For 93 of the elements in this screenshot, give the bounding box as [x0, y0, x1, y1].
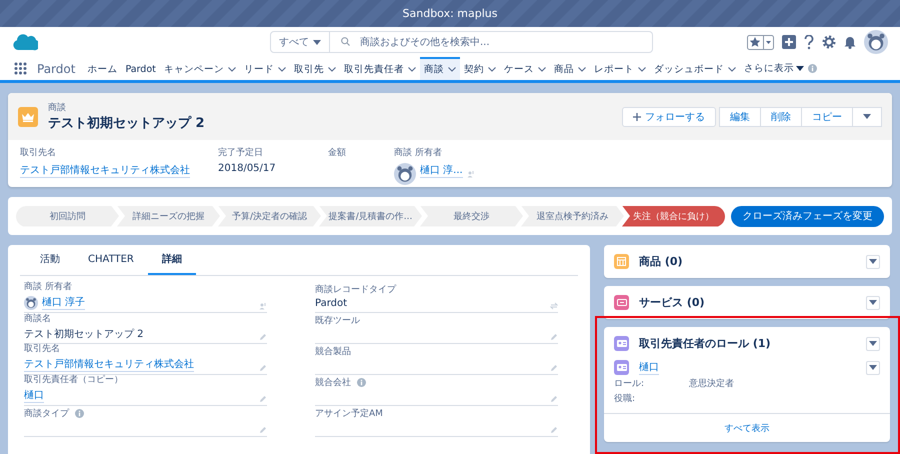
- record-link[interactable]: テスト戸部情報セキュリティ株式会社: [20, 163, 190, 178]
- banner-text: Sandbox: maplus: [402, 7, 498, 20]
- action-button[interactable]: 削除: [760, 106, 802, 126]
- nav-tab[interactable]: Pardot: [121, 57, 160, 80]
- caret-icon: [869, 341, 877, 346]
- more-menu[interactable]: さらに表示: [740, 57, 808, 80]
- nav-tab[interactable]: 契約: [460, 57, 500, 80]
- path-step[interactable]: 詳細ニーズの把握: [117, 206, 220, 226]
- path-step[interactable]: 提案書/見積書の作...: [319, 206, 422, 226]
- search-icon: [341, 37, 350, 46]
- record-tab[interactable]: 詳細: [148, 245, 196, 275]
- nav-tab[interactable]: 取引先責任者: [340, 57, 420, 80]
- nav-tab[interactable]: ダッシュボード: [650, 57, 740, 80]
- bell-icon[interactable]: [844, 35, 856, 49]
- user-link[interactable]: 樋口 淳...: [420, 163, 463, 178]
- field-value: テスト初期セットアップ 2: [24, 328, 145, 341]
- related-list-title[interactable]: サービス (0): [639, 295, 705, 310]
- crown-icon: [18, 106, 38, 126]
- field-label: 完了予定日: [218, 146, 264, 159]
- row-menu-button[interactable]: [866, 360, 880, 374]
- contact-link[interactable]: 樋口: [639, 360, 659, 375]
- caret-icon: [869, 365, 877, 370]
- favorites-icon[interactable]: [747, 34, 774, 50]
- field-label: 商談名: [24, 312, 51, 325]
- field-label: 取引先名: [20, 146, 57, 159]
- field-value: 2018/05/17: [218, 163, 276, 174]
- caret-icon: [796, 66, 804, 71]
- field-label: 取引先責任者（コピー）: [24, 374, 123, 386]
- plus-icon: [633, 112, 641, 120]
- field-value: 意思決定者: [689, 378, 735, 390]
- nav-tab[interactable]: 商品: [550, 57, 590, 80]
- field-label: 競合会社: [315, 376, 351, 389]
- nav-tab[interactable]: レポート: [590, 57, 650, 80]
- field-value: Pardot: [315, 298, 348, 309]
- app-launcher-icon[interactable]: [14, 62, 27, 75]
- record-tab[interactable]: CHATTER: [74, 245, 148, 275]
- field-label: 競合製品: [315, 346, 351, 358]
- contact-card-icon: [616, 340, 626, 347]
- app-name: Pardot: [37, 62, 76, 76]
- search-scope-dropdown[interactable]: すべて: [270, 31, 330, 53]
- path-step[interactable]: 退室点検予約済み: [521, 206, 624, 226]
- record-link[interactable]: 樋口: [24, 388, 44, 403]
- nav-tab[interactable]: 商談: [420, 57, 460, 80]
- path-step[interactable]: 予算/決定者の確認: [218, 206, 321, 226]
- card-menu-button[interactable]: [866, 254, 880, 268]
- caret-icon: [863, 114, 871, 119]
- cloud-logo-icon[interactable]: [12, 33, 38, 51]
- field-label: 商談 所有者: [24, 280, 72, 293]
- change-phase-button[interactable]: クローズ済みフェーズを変更: [731, 206, 884, 226]
- field-label: ロール:: [614, 378, 646, 390]
- search-field[interactable]: 商談およびその他を検索中...: [330, 31, 653, 53]
- user-link[interactable]: 樋口 淳子: [42, 295, 86, 310]
- path-step[interactable]: 最終交渉: [420, 206, 523, 226]
- field-label: 商談タイプ: [24, 407, 69, 420]
- record-title: テスト初期セットアップ 2: [48, 114, 205, 132]
- field-label: 商談レコードタイプ: [315, 283, 396, 296]
- caret-icon: [869, 259, 877, 264]
- info-icon: [808, 64, 817, 73]
- more-actions-button[interactable]: [852, 106, 882, 126]
- related-list-title[interactable]: 商品 (0): [639, 254, 683, 269]
- card-menu-button[interactable]: [866, 296, 880, 310]
- field-label: 役職:: [614, 392, 636, 405]
- related-list-title[interactable]: 取引先責任者のロール (1): [639, 336, 771, 351]
- action-button[interactable]: コピー: [801, 106, 853, 126]
- follow-button[interactable]: フォローする: [622, 106, 716, 126]
- path-step[interactable]: 失注（競合に負け）: [622, 206, 725, 226]
- nav-tab[interactable]: キャンペーン: [160, 57, 240, 80]
- avatar-icon: [24, 296, 38, 310]
- caret-icon: [313, 40, 321, 44]
- table-icon: [617, 257, 626, 266]
- ticket-icon: [616, 299, 626, 306]
- record-tab[interactable]: 活動: [26, 245, 74, 275]
- nav-tab[interactable]: ホーム: [83, 57, 122, 80]
- nav-tab[interactable]: 取引先: [290, 57, 340, 80]
- field-label: 取引先名: [24, 342, 60, 355]
- card-menu-button[interactable]: [866, 336, 880, 350]
- nav-tab[interactable]: ケース: [500, 57, 550, 80]
- field-label: 金額: [328, 146, 347, 159]
- contact-card-icon: [616, 364, 626, 371]
- field-label: アサイン予定AM: [315, 408, 383, 420]
- add-icon[interactable]: [782, 35, 796, 49]
- avatar-icon: [864, 30, 888, 54]
- record-link[interactable]: テスト戸部情報セキュリティ株式会社: [24, 357, 194, 372]
- field-label: 既存ツール: [315, 314, 360, 327]
- help-icon[interactable]: [804, 34, 814, 50]
- settings-icon[interactable]: [822, 35, 836, 49]
- view-all-link[interactable]: すべて表示: [724, 422, 770, 434]
- path-step[interactable]: 初回訪問: [16, 206, 119, 226]
- caret-icon: [869, 300, 877, 305]
- object-label: 商談: [48, 102, 67, 114]
- action-button[interactable]: 編集: [719, 106, 761, 126]
- nav-tab[interactable]: リード: [240, 57, 290, 80]
- field-label: 商談 所有者: [394, 146, 443, 159]
